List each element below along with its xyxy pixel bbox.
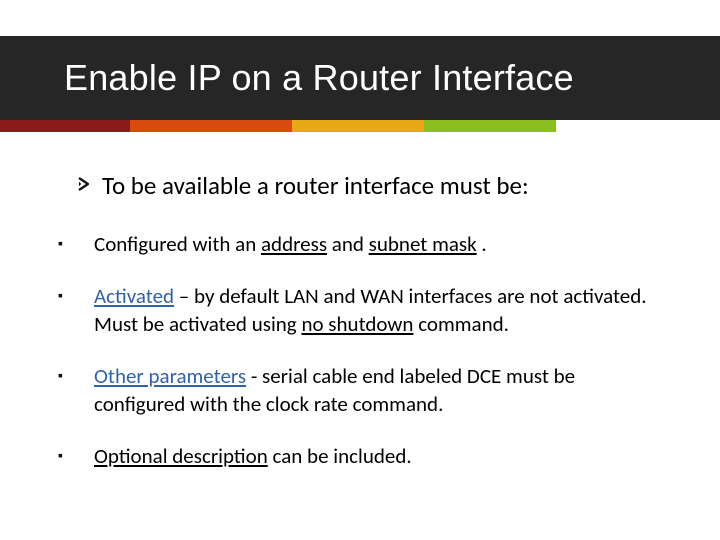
underline-link-run: Activated (94, 283, 174, 309)
text-run: - (246, 363, 262, 389)
sub-bullet-text: Configured with an address and subnet ma… (94, 230, 487, 258)
main-bullet: To be available a router interface must … (76, 170, 670, 202)
sub-bullet-text: Activated – by default LAN and WAN inter… (94, 282, 670, 338)
accent-segment (424, 120, 556, 132)
sub-bullet: ▪ Activated – by default LAN and WAN int… (58, 282, 670, 338)
accent-segment (556, 120, 720, 132)
accent-segment (130, 120, 292, 132)
square-bullet-icon: ▪ (58, 230, 94, 258)
square-bullet-icon: ▪ (58, 362, 94, 390)
text-run: and (327, 231, 369, 257)
main-bullet-text: To be available a router interface must … (102, 170, 529, 202)
text-run: Configured with an (94, 231, 261, 257)
underline-run: subnet mask (369, 231, 477, 257)
accent-segment (292, 120, 424, 132)
sub-bullet-text: Optional description can be included. (94, 442, 412, 470)
sub-bullet: ▪ Optional description can be included. (58, 442, 670, 470)
sub-bullet-text: Other parameters - serial cable end labe… (94, 362, 670, 418)
text-run: command. (413, 311, 509, 337)
text-run: – (174, 283, 194, 309)
underline-link-run: Other parameters (94, 363, 246, 389)
content-area: To be available a router interface must … (58, 170, 670, 494)
accent-segment (0, 120, 130, 132)
text-run: . (477, 231, 487, 257)
arrow-icon (76, 170, 102, 202)
square-bullet-icon: ▪ (58, 282, 94, 310)
title-band: Enable IP on a Router Interface (0, 36, 720, 120)
slide: Enable IP on a Router Interface To be av… (0, 0, 720, 540)
sub-bullet: ▪ Configured with an address and subnet … (58, 230, 670, 258)
underline-run: no shutdown (301, 311, 413, 337)
underline-run: address (261, 231, 327, 257)
accent-color-bar (0, 120, 720, 132)
underline-run: Optional description (94, 443, 268, 469)
square-bullet-icon: ▪ (58, 442, 94, 470)
text-run: can be included. (268, 443, 412, 469)
slide-title: Enable IP on a Router Interface (0, 57, 574, 99)
sub-bullet: ▪ Other parameters - serial cable end la… (58, 362, 670, 418)
